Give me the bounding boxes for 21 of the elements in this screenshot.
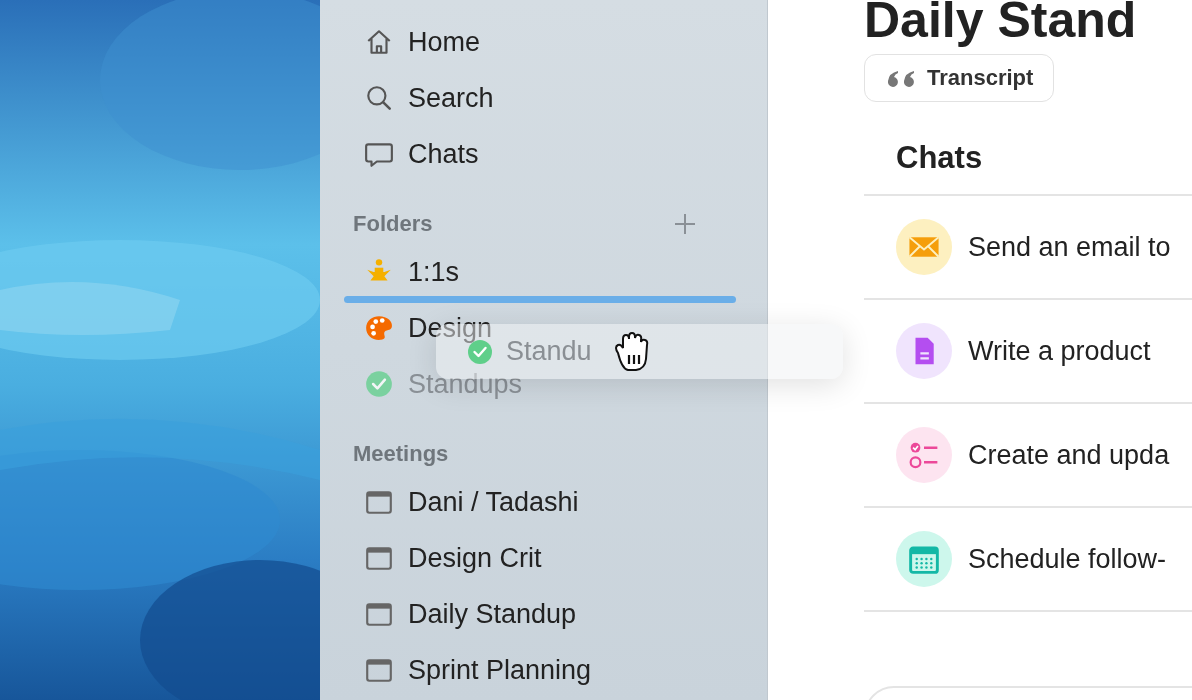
- meeting-item[interactable]: Dani / Tadashi: [344, 474, 579, 530]
- nav-item[interactable]: Search: [344, 70, 494, 126]
- meeting-item[interactable]: Sprint Planning: [344, 642, 592, 698]
- nav-item[interactable]: Chats: [344, 126, 479, 182]
- page-title: Daily Stand: [864, 0, 1138, 48]
- palette-icon: [364, 313, 394, 343]
- section-header: Meetings: [353, 441, 449, 467]
- chat-suggestion[interactable]: Schedule follow-: [968, 543, 1167, 575]
- check-circle-icon: [364, 369, 394, 399]
- meeting-item[interactable]: Design Crit: [344, 530, 542, 586]
- search-icon: [364, 83, 394, 113]
- chat-suggestion[interactable]: Write a product: [968, 335, 1151, 367]
- plus-icon[interactable]: [674, 213, 696, 235]
- section-header: Folders: [353, 211, 433, 237]
- meeting-item[interactable]: Daily Standup: [344, 586, 577, 642]
- nav-item[interactable]: Home: [344, 14, 481, 70]
- chat-suggestion[interactable]: Send an email to: [968, 231, 1171, 263]
- chat-suggestion[interactable]: Create and upda: [968, 439, 1170, 471]
- transcript-button[interactable]: Transcript: [864, 54, 1055, 102]
- folder-item[interactable]: 1:1s: [344, 244, 460, 300]
- chats-heading: Chats: [864, 122, 1192, 196]
